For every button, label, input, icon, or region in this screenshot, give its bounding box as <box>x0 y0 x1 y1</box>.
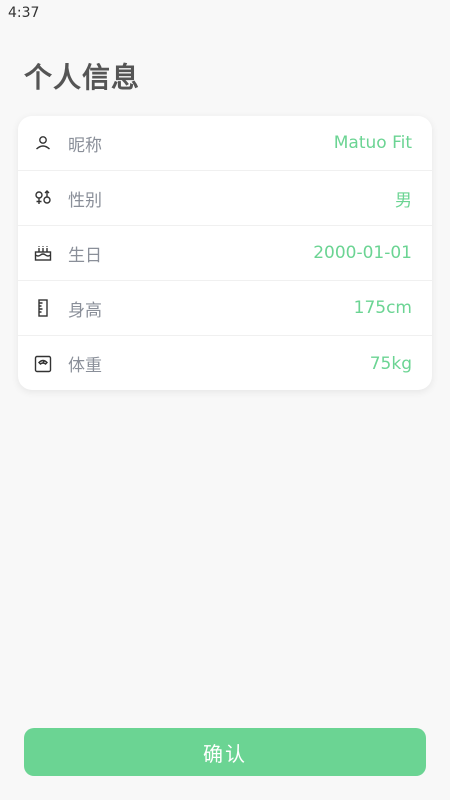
gender-label: 性别 <box>68 190 102 211</box>
status-bar: 4:37 <box>0 0 450 26</box>
height-row[interactable]: 身高 175cm <box>18 281 432 336</box>
birthday-label: 生日 <box>68 245 102 266</box>
scale-icon <box>32 353 54 375</box>
nickname-row[interactable]: 昵称 Matuo Fit <box>18 116 432 171</box>
nickname-value: Matuo Fit <box>333 133 412 153</box>
height-label: 身高 <box>68 300 102 321</box>
confirm-button[interactable]: 确认 <box>24 728 426 776</box>
birthday-value: 2000-01-01 <box>313 243 412 263</box>
nickname-label: 昵称 <box>68 135 102 156</box>
page-title: 个人信息 <box>24 61 141 94</box>
user-icon <box>32 132 54 154</box>
status-time: 4:37 <box>8 5 40 21</box>
weight-label: 体重 <box>68 356 102 376</box>
birthday-row[interactable]: 生日 2000-01-01 <box>18 226 432 281</box>
gender-value: 男 <box>395 190 412 211</box>
ruler-icon <box>32 297 54 319</box>
weight-value: 75kg <box>369 353 412 374</box>
gender-row[interactable]: 性别 男 <box>18 171 432 226</box>
gender-icon <box>32 187 54 209</box>
profile-card: 昵称 Matuo Fit 性别 男 生日 2000-01-01 身高 175cm… <box>18 116 432 390</box>
weight-row[interactable]: 体重 75kg <box>18 336 432 390</box>
height-value: 175cm <box>353 298 412 318</box>
cake-icon <box>32 242 54 264</box>
